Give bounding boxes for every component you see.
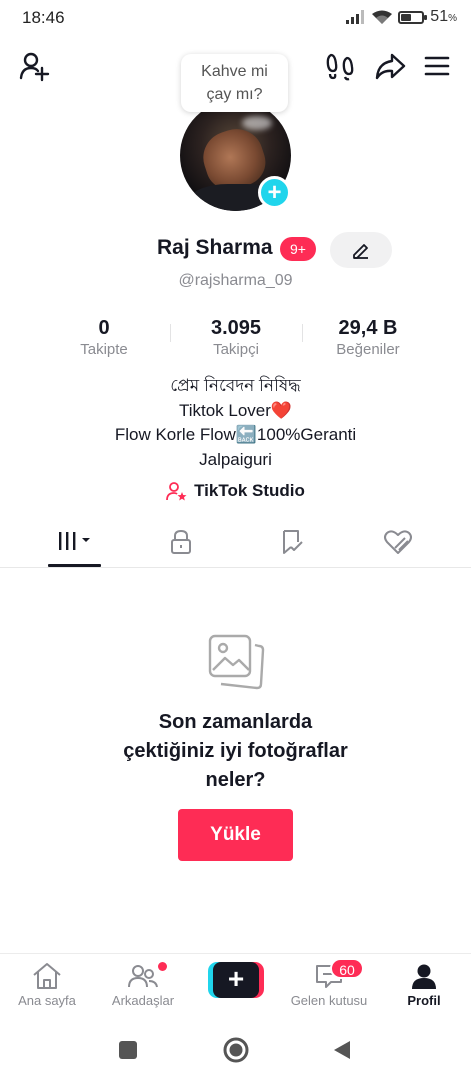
username: @rajsharma_09 <box>178 272 293 289</box>
avatar-light <box>242 116 272 130</box>
plus-icon: + <box>267 178 282 206</box>
menu-button[interactable] <box>419 48 455 84</box>
profile-views-button[interactable] <box>322 48 358 84</box>
battery-percent: 51% <box>430 8 457 25</box>
nav-inbox[interactable]: 60 Gelen kutusu <box>283 958 375 1016</box>
photo-gallery-icon <box>208 634 265 690</box>
home-circle-icon <box>223 1037 249 1063</box>
signal-icon <box>346 10 365 24</box>
empty-state-line: çektiğiniz iyi fotoğraflar <box>123 740 348 762</box>
stat-followers[interactable]: 3.095 Takipçi <box>171 316 301 360</box>
nav-home-label: Ana sayfa <box>18 993 76 1008</box>
empty-state-title: Son zamanlarda çektiğiniz iyi fotoğrafla… <box>0 708 471 795</box>
liked-icon <box>384 530 412 554</box>
add-friend-button[interactable] <box>16 48 52 84</box>
nav-friends[interactable]: Arkadaşlar <box>100 962 186 1016</box>
stat-label: Takipçi <box>213 341 259 358</box>
add-story-button[interactable]: + <box>258 176 291 209</box>
nav-home[interactable]: Ana sayfa <box>10 962 84 1016</box>
back-button[interactable] <box>327 1035 357 1065</box>
nav-friends-label: Arkadaşlar <box>111 993 175 1008</box>
bio-line: Tiktok Lover❤️ <box>178 400 293 420</box>
bio: প্রেম নিবেদন নিষিদ্ধ Tiktok Lover❤️ Flow… <box>0 374 471 472</box>
recents-square-icon <box>119 1041 137 1059</box>
inbox-badge: 60 <box>330 958 364 979</box>
content-tabs <box>0 522 471 568</box>
pencil-icon <box>353 244 368 259</box>
tab-videos[interactable] <box>46 522 106 568</box>
profile-stats: 0 Takipte 3.095 Takipçi 29,4 B Beğeniler <box>0 316 471 364</box>
share-icon <box>375 53 406 80</box>
nav-inbox-label: Gelen kutusu <box>290 993 368 1008</box>
tab-liked[interactable] <box>368 522 428 568</box>
stat-label: Takipte <box>80 341 128 358</box>
notification-badge[interactable]: 9+ <box>280 237 316 261</box>
create-plus: + <box>208 962 264 998</box>
stat-value: 29,4 B <box>338 317 398 339</box>
status-bar: 18:46 51% <box>0 0 471 38</box>
nav-profile-label: Profil <box>407 993 441 1008</box>
add-user-icon <box>19 52 50 82</box>
stat-likes[interactable]: 29,4 B Beğeniler <box>303 316 433 360</box>
bubble-line-1: Kahve mi <box>201 63 268 80</box>
nav-profile[interactable]: Profil <box>396 962 452 1016</box>
empty-state-line: neler? <box>205 769 266 791</box>
repost-icon <box>283 530 303 554</box>
plus-icon: + <box>213 962 259 998</box>
tab-private[interactable] <box>151 522 211 568</box>
stat-following[interactable]: 0 Takipte <box>39 316 169 360</box>
tiktok-studio-link[interactable]: TikTok Studio <box>0 480 471 502</box>
studio-user-star-icon <box>166 482 187 501</box>
recents-button[interactable] <box>113 1035 143 1065</box>
friends-notification-dot <box>158 962 167 971</box>
bottom-nav: Ana sayfa Arkadaşlar + 60 Gelen kutusu P… <box>0 953 471 1015</box>
share-profile-button[interactable] <box>372 48 408 84</box>
videos-grid-icon <box>59 532 90 550</box>
stat-label: Beğeniler <box>336 341 400 358</box>
empty-state-line: Son zamanlarda <box>158 711 313 733</box>
status-time: 18:46 <box>22 8 65 27</box>
wifi-icon <box>372 10 393 24</box>
bio-line: Flow Korle Flow🔙100%Geranti <box>114 425 357 444</box>
create-button[interactable]: + <box>207 962 265 998</box>
upload-button[interactable]: Yükle <box>178 809 293 861</box>
profile-icon <box>412 964 436 989</box>
friends-icon <box>128 965 158 988</box>
system-nav-bar <box>0 1017 471 1080</box>
battery-icon <box>398 10 428 24</box>
profile-name: Raj Sharma <box>157 236 273 259</box>
hamburger-menu-icon <box>424 56 450 76</box>
stat-value: 3.095 <box>210 317 262 339</box>
stat-value: 0 <box>98 317 110 339</box>
studio-label: TikTok Studio <box>194 481 305 500</box>
tab-reposts[interactable] <box>262 522 322 568</box>
name-row: Raj Sharma 9+ <box>0 232 471 268</box>
bio-line: প্রেম নিবেদন নিষিদ্ধ <box>170 376 301 395</box>
status-icons: 51% <box>346 8 457 26</box>
home-system-button[interactable] <box>221 1035 251 1065</box>
back-triangle-icon <box>334 1041 350 1059</box>
home-icon <box>33 963 61 989</box>
active-tab-indicator <box>48 564 101 567</box>
lock-icon <box>171 529 191 554</box>
status-bubble[interactable]: Kahve mi çay mı? <box>181 54 288 112</box>
edit-profile-button[interactable] <box>330 232 392 268</box>
bio-line: Jalpaiguri <box>199 449 272 469</box>
battery-fill <box>401 13 412 21</box>
bubble-line-2: çay mı? <box>206 86 263 103</box>
footprint-icon <box>326 53 354 81</box>
